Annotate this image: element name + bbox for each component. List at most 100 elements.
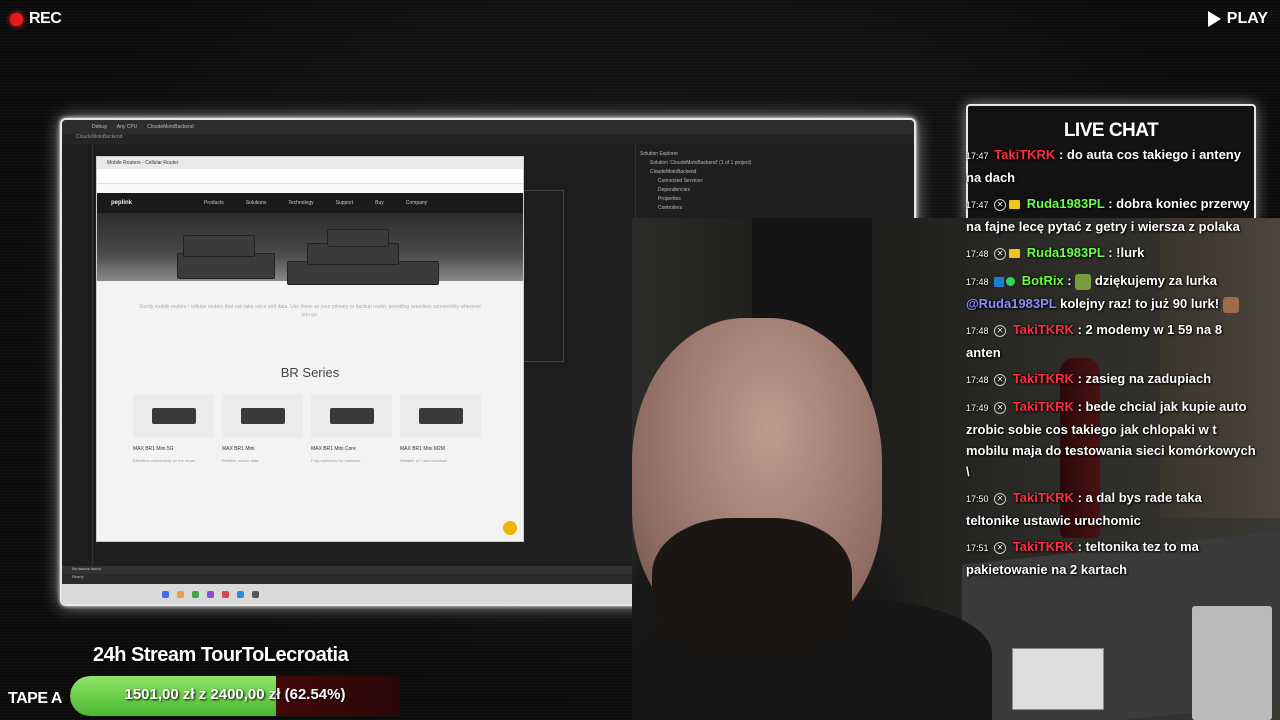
verified-icon	[1006, 277, 1016, 287]
product-image	[311, 394, 392, 438]
msg-time: 17:51	[966, 543, 989, 553]
nav-company[interactable]: Company	[406, 200, 427, 206]
msg-time: 17:48	[966, 277, 989, 287]
product-image	[400, 394, 481, 438]
solution-item[interactable]: Solution 'CloudeMotoBackend' (1 of 1 pro…	[650, 160, 910, 166]
product-name: MAX BR1 Mini 5G	[133, 446, 174, 452]
product-desc: Reliable mobile data	[222, 458, 259, 463]
msg-user[interactable]: TakiTKRK	[1013, 322, 1074, 337]
chat-message: 17:48 ✕ TakiTKRK : 2 modemy w 1 59 na 8 …	[966, 319, 1256, 363]
site-nav: peplink Products Solutions Technology Su…	[97, 193, 523, 213]
site-logo[interactable]: peplink	[111, 200, 132, 206]
chat-message: 17:50 ✕ TakiTKRK : a dal bys rade taka t…	[966, 487, 1256, 531]
emote-icon	[1222, 296, 1239, 313]
rec-indicator: REC	[10, 10, 62, 28]
solution-item[interactable]: Connected Services	[658, 178, 910, 184]
ide-tabs: CloudeMotoBackend	[62, 134, 914, 144]
solution-item[interactable]: Dependencies	[658, 187, 910, 193]
msg-text: : bede chcial jak kupie auto zrobic sobi…	[966, 399, 1256, 479]
taskbar-app-icon[interactable]	[222, 590, 229, 598]
msg-time: 17:49	[966, 403, 989, 413]
donation-goal-bar: 1501,00 zł z 2400,00 zł (62.54%)	[70, 676, 400, 716]
chat-message: 17:48 BotRix : dziękujemy za lurka @Ruda…	[966, 270, 1256, 314]
router-device-image	[327, 229, 389, 247]
msg-time: 17:48	[966, 326, 989, 336]
product-desc: Reliable IoT data backhaul	[400, 458, 448, 463]
msg-text-post: kolejny raz! to już 90 lurk!	[1060, 296, 1220, 311]
nav-products[interactable]: Products	[204, 200, 224, 206]
solution-item[interactable]: CloudeMotoBackend	[650, 169, 910, 175]
taskbar-app-icon[interactable]	[162, 590, 169, 598]
nav-support[interactable]: Support	[336, 200, 354, 206]
product-card[interactable]: MAX BR1 Mini Core Fully optimized for bu…	[311, 394, 392, 463]
ide-tab-label[interactable]: CloudeMotoBackend	[76, 134, 122, 140]
chat-support-icon[interactable]	[503, 521, 517, 535]
browser-window: Mobile Routers - Cellular Router peplink…	[96, 156, 524, 542]
solution-item[interactable]: Properties	[658, 196, 910, 202]
msg-user[interactable]: TakiTKRK	[1013, 539, 1074, 554]
msg-user[interactable]: TakiTKRK	[1013, 399, 1074, 414]
mod-x-icon: ✕	[994, 401, 1007, 414]
product-name: MAX BR1 Mini M2M	[400, 446, 446, 452]
msg-text: : zasieg na zadupiach	[1077, 371, 1212, 386]
taskbar-app-icon[interactable]	[252, 590, 259, 598]
product-card[interactable]: MAX BR1 Mini Reliable mobile data	[222, 394, 303, 463]
chat-message: 17:48 ✕ TakiTKRK : zasieg na zadupiach	[966, 368, 1256, 391]
product-desc: Fully optimized for business	[311, 458, 361, 463]
tape-label: TAPE A	[8, 690, 62, 707]
product-image	[222, 394, 303, 438]
taskbar-app-icon[interactable]	[192, 590, 199, 598]
product-desc: Effortless connectivity on the move	[133, 458, 195, 463]
series-title: BR Series	[280, 365, 340, 380]
msg-user[interactable]: TakiTKRK	[1013, 371, 1074, 386]
nav-solutions[interactable]: Solutions	[246, 200, 267, 206]
ide-platform[interactable]: Any CPU	[117, 124, 138, 130]
chat-message: 17:47 ✕ Ruda1983PL : dobra koniec przerw…	[966, 193, 1256, 237]
emote-icon	[1075, 273, 1092, 290]
rec-label: REC	[29, 10, 62, 27]
ide-build-config[interactable]: Debug	[92, 124, 107, 130]
ide-project[interactable]: CloudeMotoBackend	[147, 124, 193, 130]
breadboard	[1012, 648, 1104, 710]
nav-technology[interactable]: Technology	[288, 200, 313, 206]
solution-item[interactable]: Controllers	[658, 205, 910, 211]
msg-user[interactable]: Ruda1983PL	[1027, 196, 1105, 211]
status-ready: Ready	[72, 574, 84, 579]
mod-x-icon: ✕	[994, 541, 1007, 554]
msg-time: 17:48	[966, 375, 989, 385]
msg-time: 17:47	[966, 200, 989, 210]
msg-text: : !lurk	[1108, 245, 1145, 260]
solution-explorer-title: Solution Explorer	[640, 151, 679, 157]
browser-tab[interactable]: Mobile Routers - Cellular Router	[97, 157, 523, 169]
msg-user[interactable]: Ruda1983PL	[1027, 245, 1105, 260]
taskbar-app-icon[interactable]	[207, 590, 214, 598]
status-issues: No issues found	[72, 566, 101, 571]
chat-message: 17:51 ✕ TakiTKRK : teltonika tez to ma p…	[966, 536, 1256, 580]
crown-icon	[1009, 200, 1021, 210]
msg-time: 17:48	[966, 249, 989, 259]
ide-menubar: Debug Any CPU CloudeMotoBackend	[62, 120, 914, 134]
product-card[interactable]: MAX BR1 Mini 5G Effortless connectivity …	[133, 394, 214, 463]
router-device-image	[183, 235, 255, 257]
mod-x-icon: ✕	[994, 247, 1007, 260]
mod-x-icon: ✕	[994, 324, 1007, 337]
product-image	[133, 394, 214, 438]
msg-user[interactable]: BotRix	[1022, 273, 1064, 288]
streamer-beard	[652, 518, 852, 658]
address-bar[interactable]	[97, 169, 523, 184]
chat-message: 17:47 TakiTKRK : do auta cos takiego i a…	[966, 144, 1256, 188]
bot-icon	[994, 276, 1005, 287]
msg-user[interactable]: TakiTKRK	[1013, 490, 1074, 505]
product-card[interactable]: MAX BR1 Mini M2M Reliable IoT data backh…	[400, 394, 481, 463]
product-name: MAX BR1 Mini	[222, 446, 255, 452]
msg-text: dziękujemy za lurka	[1094, 273, 1218, 288]
msg-time: 17:50	[966, 494, 989, 504]
play-indicator: PLAY	[1207, 10, 1268, 28]
taskbar-app-icon[interactable]	[177, 590, 184, 598]
play-label: PLAY	[1226, 10, 1268, 27]
msg-mention[interactable]: @Ruda1983PL	[966, 296, 1056, 311]
hero-image	[97, 213, 523, 285]
msg-user[interactable]: TakiTKRK	[994, 147, 1055, 162]
taskbar-app-icon[interactable]	[237, 590, 244, 598]
nav-buy[interactable]: Buy	[375, 200, 384, 206]
